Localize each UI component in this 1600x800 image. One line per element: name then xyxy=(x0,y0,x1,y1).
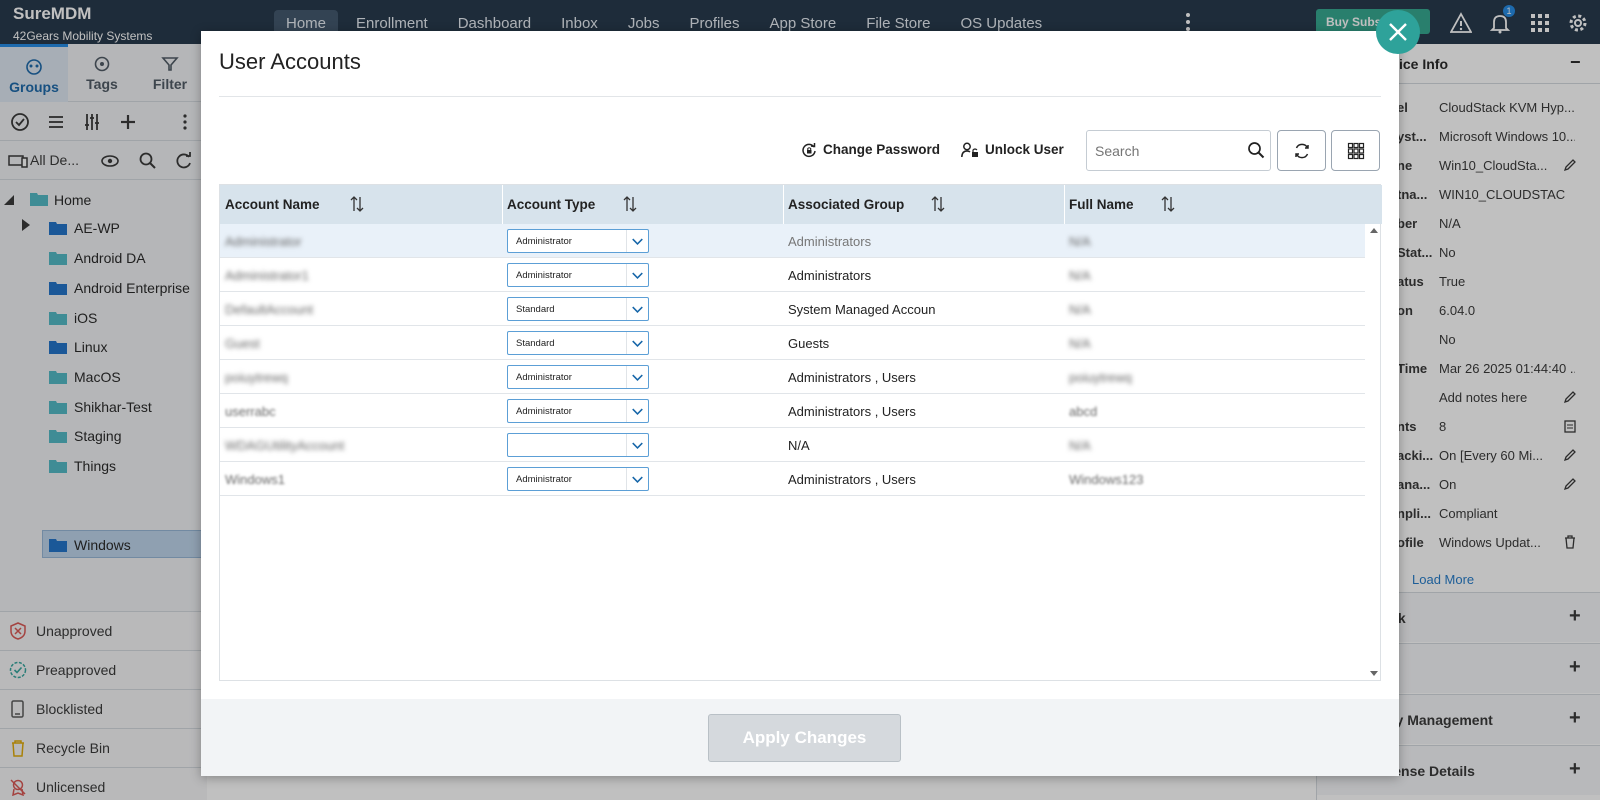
cell-account-name: Windows1 xyxy=(225,472,285,487)
sort-icon[interactable] xyxy=(623,195,637,213)
sort-icon[interactable] xyxy=(350,195,364,213)
change-password-label: Change Password xyxy=(823,142,941,157)
chevron-down-icon xyxy=(626,468,643,490)
cell-associated-group: System Managed Accoun xyxy=(788,302,936,317)
account-type-select[interactable] xyxy=(507,433,649,457)
column-header-associated-group[interactable]: Associated Group xyxy=(788,197,904,212)
account-type-select[interactable]: Administrator xyxy=(507,467,649,491)
unlock-user-button[interactable]: Unlock User xyxy=(961,142,1064,158)
user-accounts-table: Account Name Account Type Associated Gro… xyxy=(219,184,1382,681)
cell-full-name: N/A xyxy=(1069,268,1091,283)
cell-associated-group: Administrators xyxy=(788,268,872,283)
modal-footer: Apply Changes xyxy=(201,699,1399,776)
cell-account-name: WDAGUtilityAccount xyxy=(225,438,345,453)
table-row[interactable]: Administrator Administrator Administrato… xyxy=(220,224,1365,258)
column-header-account-name[interactable]: Account Name xyxy=(225,197,320,212)
unlock-user-icon xyxy=(961,142,978,158)
refresh-icon xyxy=(1295,143,1309,159)
account-type-select[interactable]: Standard xyxy=(507,297,649,321)
table-row[interactable]: DefaultAccount Standard System Managed A… xyxy=(220,292,1365,326)
search-icon[interactable] xyxy=(1247,141,1265,159)
select-value: Administrator xyxy=(516,406,572,417)
select-value: Administrator xyxy=(516,236,572,247)
cell-associated-group: Administrators , Users xyxy=(788,472,916,487)
table-row[interactable]: userrabc Administrator Administrators , … xyxy=(220,394,1365,428)
cell-associated-group: Administrators , Users xyxy=(788,370,916,385)
select-value: Standard xyxy=(516,338,555,349)
table-row[interactable]: Guest Standard Guests N/A xyxy=(220,326,1365,360)
cell-associated-group: Administrators , Users xyxy=(788,404,916,419)
search-input[interactable] xyxy=(1095,140,1235,162)
account-type-select[interactable]: Administrator xyxy=(507,365,649,389)
cell-full-name: poiuytrewq xyxy=(1069,370,1132,385)
close-modal-button[interactable] xyxy=(1376,10,1420,54)
table-row[interactable]: Administrator1 Administrator Administrat… xyxy=(220,258,1365,292)
table-row[interactable]: Windows1 Administrator Administrators , … xyxy=(220,462,1365,496)
apply-changes-button[interactable]: Apply Changes xyxy=(708,714,901,762)
select-value: Administrator xyxy=(516,270,572,281)
select-value: Standard xyxy=(516,304,555,315)
chevron-down-icon xyxy=(626,264,643,286)
table-row[interactable]: poiuytrewq Administrator Administrators … xyxy=(220,360,1365,394)
change-password-button[interactable]: Change Password xyxy=(801,142,940,158)
select-value: Administrator xyxy=(516,474,572,485)
modal-title: User Accounts xyxy=(219,49,361,74)
column-divider xyxy=(502,185,503,224)
cell-full-name: N/A xyxy=(1069,302,1091,317)
account-type-select[interactable]: Standard xyxy=(507,331,649,355)
grid-columns-icon xyxy=(1347,142,1365,160)
cell-full-name: N/A xyxy=(1069,438,1091,453)
change-password-icon xyxy=(802,143,816,158)
unlock-user-label: Unlock User xyxy=(985,142,1064,157)
chevron-down-icon xyxy=(626,434,643,456)
cell-associated-group: Guests xyxy=(788,336,830,351)
close-icon xyxy=(1389,23,1407,41)
account-type-select[interactable]: Administrator xyxy=(507,229,649,253)
cell-account-name: DefaultAccount xyxy=(225,302,314,317)
table-header: Account Name Account Type Associated Gro… xyxy=(220,185,1382,224)
column-header-full-name[interactable]: Full Name xyxy=(1069,197,1134,212)
refresh-button[interactable] xyxy=(1277,130,1326,171)
cell-account-name: userrabc xyxy=(225,404,276,419)
chevron-down-icon xyxy=(626,332,643,354)
chevron-down-icon xyxy=(626,366,643,388)
sort-icon[interactable] xyxy=(1161,195,1175,213)
cell-associated-group: N/A xyxy=(788,438,810,453)
account-type-select[interactable]: Administrator xyxy=(507,399,649,423)
cell-account-name: Guest xyxy=(225,336,260,351)
cell-associated-group: Administrators xyxy=(788,234,872,249)
search-box xyxy=(1086,130,1271,171)
column-divider xyxy=(783,185,784,224)
column-header-account-type[interactable]: Account Type xyxy=(507,197,595,212)
column-divider xyxy=(1064,185,1065,224)
cell-account-name: poiuytrewq xyxy=(225,370,288,385)
sort-icon[interactable] xyxy=(931,195,945,213)
cell-full-name: Windows123 xyxy=(1069,472,1144,487)
vertical-scrollbar[interactable] xyxy=(1367,224,1381,680)
column-chooser-button[interactable] xyxy=(1331,130,1380,171)
select-value: Administrator xyxy=(516,372,572,383)
chevron-down-icon xyxy=(626,298,643,320)
cell-account-name: Administrator1 xyxy=(225,268,309,283)
divider xyxy=(219,96,1381,97)
account-type-select[interactable]: Administrator xyxy=(507,263,649,287)
table-row[interactable]: WDAGUtilityAccount N/A N/A xyxy=(220,428,1365,462)
cell-account-name: Administrator xyxy=(225,234,302,249)
user-accounts-modal: User Accounts Change Password Unlock Use… xyxy=(201,31,1399,776)
cell-full-name: N/A xyxy=(1069,336,1091,351)
chevron-down-icon xyxy=(626,230,643,252)
cell-full-name: abcd xyxy=(1069,404,1098,419)
chevron-down-icon xyxy=(626,400,643,422)
cell-full-name: N/A xyxy=(1069,234,1091,249)
